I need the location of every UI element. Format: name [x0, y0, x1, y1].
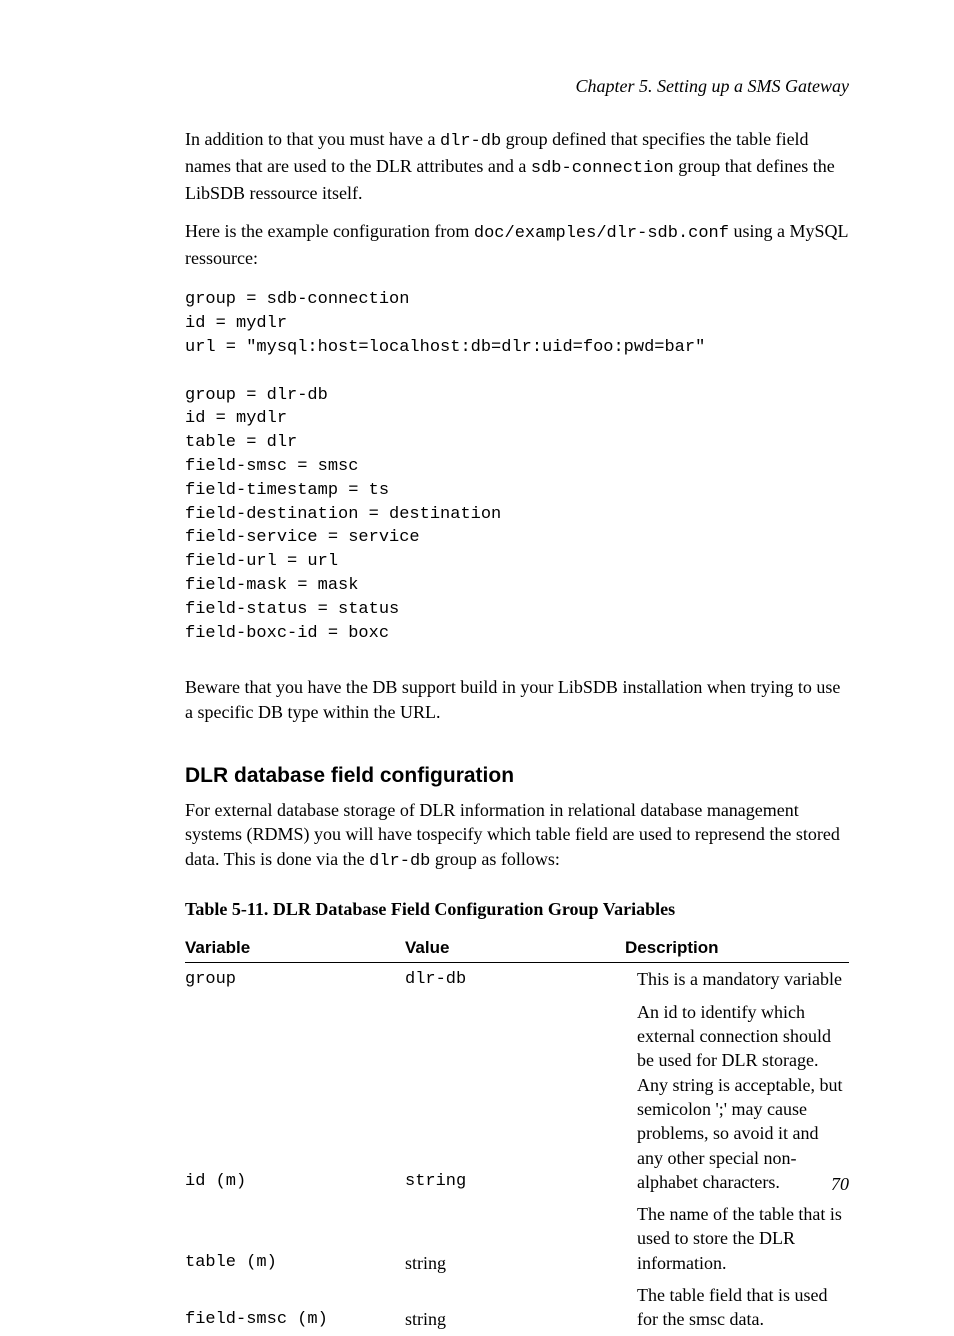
table-caption: Table 5-11. DLR Database Field Configura… [185, 899, 849, 920]
section-paragraph: For external database storage of DLR inf… [185, 798, 849, 874]
table-row: group dlr-db This is a mandatory variabl… [185, 963, 849, 996]
table-row: field-smsc (m) string The table field th… [185, 1279, 849, 1336]
page-number: 70 [831, 1174, 849, 1195]
table-header-row: Variable Value Description [185, 934, 849, 963]
inline-code: dlr-db [440, 132, 501, 151]
table-row: table (m) string The name of the table t… [185, 1198, 849, 1279]
cell-value: dlr-db [405, 963, 625, 996]
cell-value: string [405, 1198, 625, 1279]
inline-code: sdb-connection [531, 159, 674, 178]
inline-code: dlr-db [369, 852, 430, 871]
cell-variable: id (m) [185, 996, 405, 1198]
cell-variable: field-smsc (m) [185, 1279, 405, 1336]
chapter-header: Chapter 5. Setting up a SMS Gateway [185, 76, 849, 97]
text: In addition to that you must have a [185, 129, 440, 149]
page: Chapter 5. Setting up a SMS Gateway In a… [0, 0, 954, 1235]
text: group as follows: [430, 849, 560, 869]
inline-code: doc/examples/dlr-sdb.conf [474, 224, 729, 243]
cell-description: The name of the table that is used to st… [625, 1198, 849, 1279]
config-code-block: group = sdb-connection id = mydlr url = … [185, 288, 849, 645]
cell-variable: table (m) [185, 1198, 405, 1279]
config-variables-table: Variable Value Description group dlr-db … [185, 934, 849, 1335]
cell-description: The table field that is used for the sms… [625, 1279, 849, 1336]
beware-paragraph: Beware that you have the DB support buil… [185, 675, 849, 724]
cell-variable: group [185, 963, 405, 996]
table-header-description: Description [625, 934, 849, 963]
text: Here is the example configuration from [185, 221, 474, 241]
cell-value: string [405, 996, 625, 1198]
table-row: id (m) string An id to identify which ex… [185, 996, 849, 1198]
section-heading: DLR database field configuration [185, 764, 849, 788]
intro-paragraph-1: In addition to that you must have a dlr-… [185, 127, 849, 205]
cell-value: string [405, 1279, 625, 1336]
cell-description: This is a mandatory variable [625, 963, 849, 996]
intro-paragraph-2: Here is the example configuration from d… [185, 219, 849, 270]
cell-description: An id to identify which external connect… [625, 996, 849, 1198]
table-header-value: Value [405, 934, 625, 963]
table-header-variable: Variable [185, 934, 405, 963]
